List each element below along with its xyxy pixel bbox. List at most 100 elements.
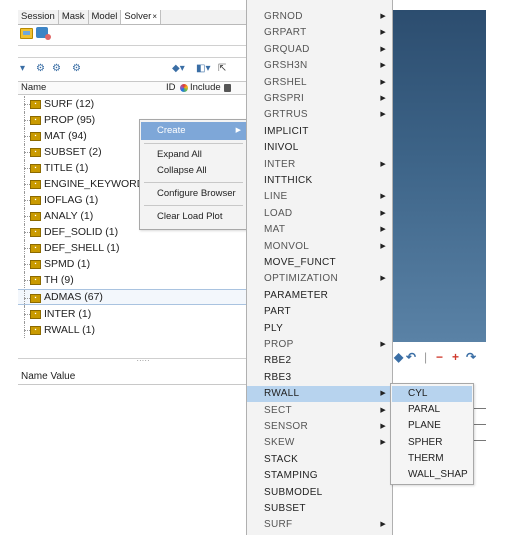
tree-item[interactable]: ▪ SPMD (1) bbox=[18, 256, 268, 272]
menu-item-inivol[interactable]: INIVOL bbox=[247, 140, 392, 156]
menu-item-rbe3[interactable]: RBE3 bbox=[247, 370, 392, 386]
folder-icon: ▪ bbox=[30, 100, 41, 109]
tab-close-icon[interactable]: × bbox=[152, 12, 157, 21]
model-browser-panel: Session Mask Model Solver× ▾ ⚙ ⚙ ⚙ ◆▾ ◧▾… bbox=[18, 10, 271, 525]
tab-session[interactable]: Session bbox=[18, 10, 59, 24]
database-icon[interactable] bbox=[36, 27, 51, 40]
menu-item-label: SURF bbox=[264, 519, 293, 531]
menu-item-paral[interactable]: PARAL bbox=[392, 402, 472, 418]
display-options-icon[interactable]: ◧▾ bbox=[196, 63, 210, 74]
tree-item-label: ANALY (1) bbox=[44, 210, 94, 222]
menu-item-therm[interactable]: THERM bbox=[392, 451, 472, 467]
menu-item-skew[interactable]: SKEW ▶ bbox=[247, 435, 392, 451]
menu-item-part[interactable]: PART bbox=[247, 304, 392, 320]
visibility-icon[interactable]: ◆▾ bbox=[172, 63, 185, 74]
filter-icon[interactable]: ▾ bbox=[20, 63, 25, 74]
tab-solver-label: Solver bbox=[124, 11, 152, 22]
menu-item-spher[interactable]: SPHER bbox=[392, 435, 472, 451]
menu-item-parameter[interactable]: PARAMETER bbox=[247, 288, 392, 304]
menu-item-plane[interactable]: PLANE bbox=[392, 418, 472, 434]
menu-item-label: SUBMODEL bbox=[264, 486, 323, 498]
submenu-arrow-icon: ▶ bbox=[380, 423, 386, 430]
tree-item[interactable]: ▪ SURF (12) bbox=[18, 96, 268, 112]
zoom-in-icon[interactable]: + bbox=[452, 350, 459, 364]
tree-item-label: SUBSET (2) bbox=[44, 146, 102, 158]
submenu-arrow-icon: ▶ bbox=[380, 341, 386, 348]
column-name[interactable]: Name bbox=[21, 82, 46, 94]
menu-item-clear-load-plot[interactable]: Clear Load Plot bbox=[141, 208, 246, 226]
menu-item-sensor[interactable]: SENSOR ▶ bbox=[247, 419, 392, 435]
folder-icon: ▪ bbox=[30, 228, 41, 237]
menu-item-stamping[interactable]: STAMPING bbox=[247, 468, 392, 484]
submenu-arrow-icon: ▶ bbox=[380, 13, 386, 20]
menu-item-optimization[interactable]: OPTIMIZATION ▶ bbox=[247, 271, 392, 287]
tree-item[interactable]: ▪ INTER (1) bbox=[18, 306, 268, 322]
tree-item-label: ADMAS (67) bbox=[44, 291, 103, 303]
column-id[interactable]: ID bbox=[166, 82, 176, 94]
tree-item[interactable]: ▪ TH (9) bbox=[18, 272, 268, 288]
menu-item-load[interactable]: LOAD ▶ bbox=[247, 206, 392, 222]
menu-item-line[interactable]: LINE ▶ bbox=[247, 189, 392, 205]
menu-item-create[interactable]: Create ▶ bbox=[141, 122, 246, 140]
entity-icon-1[interactable]: ⚙ bbox=[36, 63, 45, 74]
menu-item-monvol[interactable]: MONVOL ▶ bbox=[247, 239, 392, 255]
menu-item-wall-shap[interactable]: WALL_SHAP bbox=[392, 467, 472, 483]
menu-item-grquad[interactable]: GRQUAD ▶ bbox=[247, 42, 392, 58]
menu-item-rbe2[interactable]: RBE2 bbox=[247, 353, 392, 369]
entity-icon-2[interactable]: ⚙ bbox=[52, 63, 61, 74]
column-include[interactable]: Include bbox=[190, 82, 221, 94]
tab-solver[interactable]: Solver× bbox=[121, 10, 161, 24]
folder-icon: ▪ bbox=[30, 212, 41, 221]
tree-item[interactable]: ▪ DEF_SHELL (1) bbox=[18, 240, 268, 256]
menu-item-grtrus[interactable]: GRTRUS ▶ bbox=[247, 107, 392, 123]
menu-item-intthick[interactable]: INTTHICK bbox=[247, 173, 392, 189]
redo-view-icon[interactable]: ↷ bbox=[466, 350, 476, 364]
menu-item-label: SECT bbox=[264, 404, 292, 416]
menu-item-configure-browser[interactable]: Configure Browser bbox=[141, 185, 246, 203]
open-session-icon[interactable] bbox=[20, 28, 33, 39]
menu-item-inter[interactable]: INTER ▶ bbox=[247, 157, 392, 173]
undo-view-icon[interactable]: ↶ bbox=[406, 350, 416, 364]
browser-filter-field[interactable] bbox=[18, 45, 268, 58]
menu-item-mat[interactable]: MAT ▶ bbox=[247, 222, 392, 238]
menu-item-implicit[interactable]: IMPLICIT bbox=[247, 124, 392, 140]
submenu-arrow-icon: ▶ bbox=[380, 521, 386, 529]
menu-item-surf[interactable]: SURF ▶ bbox=[247, 517, 392, 533]
menu-item-stack[interactable]: STACK bbox=[247, 452, 392, 468]
menu-item-grpart[interactable]: GRPART ▶ bbox=[247, 25, 392, 41]
menu-item-submodel[interactable]: SUBMODEL bbox=[247, 485, 392, 501]
menu-item-ply[interactable]: PLY bbox=[247, 321, 392, 337]
tree-item[interactable]: ▪ RWALL (1) bbox=[18, 322, 268, 338]
menu-item-collapse-all[interactable]: Collapse All bbox=[141, 162, 246, 180]
menu-item-label: LINE bbox=[264, 191, 288, 203]
tree-item[interactable]: ▪ ADMAS (67) bbox=[18, 289, 268, 306]
entity-icon-3[interactable]: ⚙ bbox=[72, 63, 81, 74]
menu-item-grspri[interactable]: GRSPRI ▶ bbox=[247, 91, 392, 107]
menu-item-rwall[interactable]: RWALL ▶ bbox=[247, 386, 392, 403]
tab-model[interactable]: Model bbox=[89, 10, 122, 24]
menu-item-cyl[interactable]: CYL bbox=[392, 386, 472, 402]
tab-mask[interactable]: Mask bbox=[59, 10, 89, 24]
menu-item-label: OPTIMIZATION bbox=[264, 273, 338, 285]
create-solver-menu: GRNOD ▶ GRPART ▶ GRQUAD ▶ GRSH3N ▶ GRSHEL ▶ GRSPRI… bbox=[246, 0, 393, 535]
menu-item-sect[interactable]: SECT ▶ bbox=[247, 403, 392, 419]
submenu-arrow-icon: ▶ bbox=[380, 406, 386, 414]
tree-item-label: PROP (95) bbox=[44, 114, 96, 126]
menu-item-grshel[interactable]: GRSHEL ▶ bbox=[247, 75, 392, 91]
cursor-icon[interactable]: ⇱ bbox=[218, 63, 226, 74]
menu-item-grnod[interactable]: GRNOD ▶ bbox=[247, 9, 392, 25]
menu-item-label: LOAD bbox=[264, 207, 293, 219]
context-menu: Create ▶ Expand All Collapse All Configu… bbox=[139, 119, 248, 230]
menu-item-prop[interactable]: PROP ▶ bbox=[247, 337, 392, 353]
menu-item-subset[interactable]: SUBSET bbox=[247, 501, 392, 517]
menu-separator bbox=[144, 205, 243, 206]
submenu-arrow-icon: ▶ bbox=[380, 209, 386, 217]
graphics-viewport[interactable] bbox=[392, 10, 486, 342]
menu-item-grsh3n[interactable]: GRSH3N ▶ bbox=[247, 58, 392, 74]
menu-item-move-funct[interactable]: MOVE_FUNCT bbox=[247, 255, 392, 271]
submenu-arrow-icon: ▶ bbox=[380, 439, 386, 447]
panel-splitter[interactable]: ····· bbox=[18, 357, 268, 365]
rotate-icon[interactable]: ◆ bbox=[394, 350, 403, 364]
submenu-arrow-icon: ▶ bbox=[380, 95, 386, 102]
zoom-out-icon[interactable]: − bbox=[436, 350, 443, 364]
